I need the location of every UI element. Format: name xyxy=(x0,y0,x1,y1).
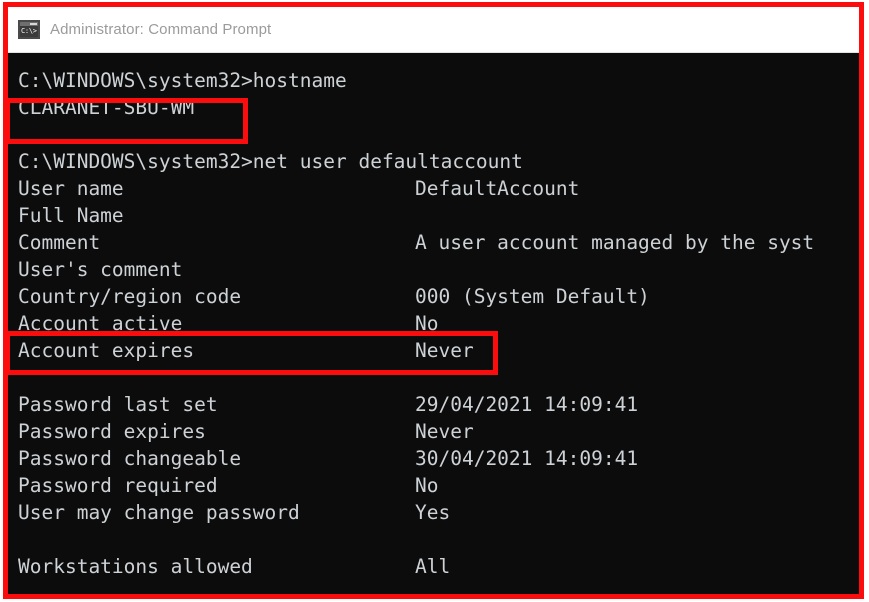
console-line-label: Password last set xyxy=(18,393,218,416)
icon-prompt-glyph: C:\> xyxy=(20,26,38,37)
console-line-value: 29/04/2021 14:09:41 xyxy=(415,393,639,416)
console-line-label: Workstations allowed xyxy=(18,555,253,578)
console-output[interactable]: C:\WINDOWS\system32>hostname CLARANET-SBU… xyxy=(8,53,860,594)
console-line: Password changeable 30/04/2021 14:09:41 xyxy=(10,445,860,472)
clipped-top-text: ▪▪ ▪ ▪ ▪ ▪▪▪ ▪▪ ▪ ▪ ▪ ▪ ▪ ▪ ▪ ▪ ▪ ▪ ▪ ▪ … xyxy=(104,0,381,2)
console-line-label: Country/region code xyxy=(18,285,242,308)
console-line-value: Never xyxy=(415,420,474,443)
console-line-value: No xyxy=(415,474,439,497)
console-line-label: Full Name xyxy=(18,204,124,227)
console-line-label: Password changeable xyxy=(18,447,242,470)
console-line-label: Account active xyxy=(18,312,183,335)
console-line-label: User name xyxy=(18,177,124,200)
console-line-label: Account expires xyxy=(18,339,195,362)
console-line-label: Comment xyxy=(18,231,101,254)
console-line-label: User's comment xyxy=(18,258,183,281)
console-line: Account expires Never xyxy=(10,337,860,364)
console-line-label: Password required xyxy=(18,474,218,497)
console-line: Password expires Never xyxy=(10,418,860,445)
console-line: C:\WINDOWS\system32>net user defaultacco… xyxy=(10,148,860,175)
console-line-value: Yes xyxy=(415,501,451,524)
console-line: Country/region code 000 (System Default) xyxy=(10,283,860,310)
console-line: User may change password Yes xyxy=(10,499,860,526)
console-line: CLARANET-SBU-WM xyxy=(10,94,860,121)
console-line-label: C:\WINDOWS\system32>net user defaultacco… xyxy=(18,150,523,173)
screenshot-root: ▪▪ ▪ ▪ ▪ ▪▪▪ ▪▪ ▪ ▪ ▪ ▪ ▪ ▪ ▪ ▪ ▪ ▪ ▪ ▪ … xyxy=(0,0,869,602)
console-line-label: C:\WINDOWS\system32>hostname xyxy=(18,69,347,92)
console-line: Workstations allowed All xyxy=(10,553,860,580)
console-line-value: Never xyxy=(415,339,474,362)
cmd-prompt-icon: C:\> xyxy=(18,20,40,39)
console-line-value: A user account managed by the syst xyxy=(415,231,815,254)
console-line: Comment A user account managed by the sys… xyxy=(10,229,860,256)
console-line-value: All xyxy=(415,555,451,578)
console-line-value: DefaultAccount xyxy=(415,177,580,200)
console-line-value: 000 (System Default) xyxy=(415,285,650,308)
console-line-value: No xyxy=(415,312,439,335)
command-prompt-window: C:\> Administrator: Command Prompt C:\WI… xyxy=(8,7,860,595)
console-line: Full Name xyxy=(10,202,860,229)
console-line: Account active No xyxy=(10,310,860,337)
console-line: C:\WINDOWS\system32>hostname xyxy=(10,67,860,94)
console-line-label: User may change password xyxy=(18,501,300,524)
console-line: User's comment xyxy=(10,256,860,283)
console-line: Password required No xyxy=(10,472,860,499)
window-titlebar[interactable]: C:\> Administrator: Command Prompt xyxy=(8,7,860,53)
window-title: Administrator: Command Prompt xyxy=(50,21,272,38)
console-line-value: 30/04/2021 14:09:41 xyxy=(415,447,639,470)
console-line-label: CLARANET-SBU-WM xyxy=(18,96,195,119)
console-line: User name DefaultAccount xyxy=(10,175,860,202)
console-line-label: Password expires xyxy=(18,420,206,443)
console-line: Password last set 29/04/2021 14:09:41 xyxy=(10,391,860,418)
